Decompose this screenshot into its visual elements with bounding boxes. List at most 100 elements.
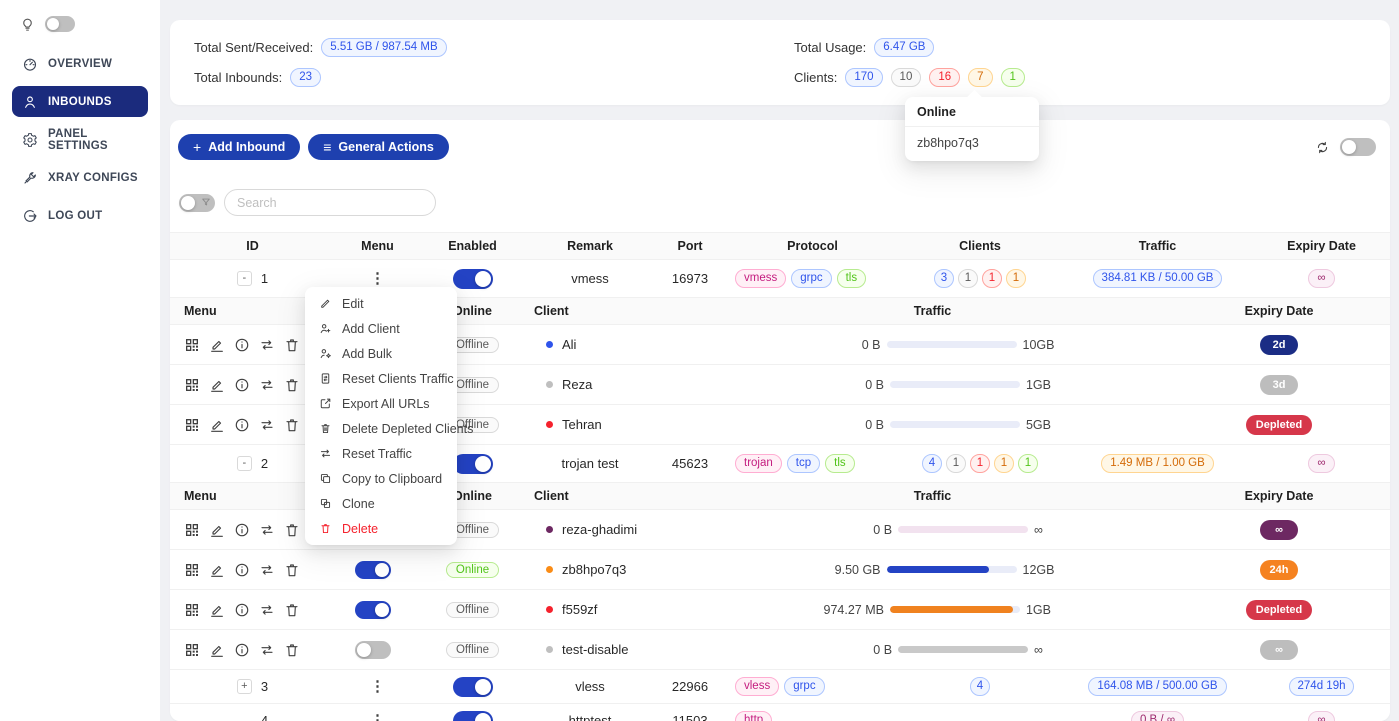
row-menu-button[interactable]: ⋮ xyxy=(370,679,385,694)
edit-icon[interactable] xyxy=(209,417,225,433)
delete-icon[interactable] xyxy=(284,417,300,433)
expand-button[interactable]: + xyxy=(237,679,252,694)
inbound-id: 3 xyxy=(261,679,268,694)
client-name: zb8hpo7q3 xyxy=(562,562,626,577)
reset-traffic-icon[interactable] xyxy=(259,522,275,538)
info-icon[interactable] xyxy=(234,642,250,658)
delete-icon[interactable] xyxy=(284,602,300,618)
collapse-button[interactable]: - xyxy=(237,456,252,471)
menu-item-reset-traffic[interactable]: Reset Traffic xyxy=(309,441,453,466)
delete-icon[interactable] xyxy=(284,377,300,393)
expiry-tag: ∞ xyxy=(1260,640,1298,660)
clients-deactive-badge[interactable]: 1 xyxy=(958,269,978,288)
sidebar-item-logout[interactable]: LOG OUT xyxy=(12,200,148,231)
menu-item-export-all-urls[interactable]: Export All URLs xyxy=(309,391,453,416)
toolbar: + Add Inbound ≡ General Actions xyxy=(170,134,1390,160)
clients-count-badge[interactable]: 4 xyxy=(922,454,942,473)
protocol-badge: vmess xyxy=(735,269,786,288)
info-icon[interactable] xyxy=(234,522,250,538)
client-enabled-toggle[interactable] xyxy=(355,641,391,659)
qrcode-icon[interactable] xyxy=(184,642,200,658)
inbound-enabled-toggle[interactable] xyxy=(453,269,493,289)
app-root: OVERVIEW INBOUNDS PANEL SETTINGS XRAY CO… xyxy=(0,0,1399,721)
info-icon[interactable] xyxy=(234,377,250,393)
clients-count-badge[interactable]: 4 xyxy=(970,677,990,696)
menu-lines-icon: ≡ xyxy=(323,140,331,154)
menu-item-delete-depleted-clients[interactable]: Delete Depleted Clients xyxy=(309,416,453,441)
row-menu-button[interactable]: ⋮ xyxy=(370,713,385,721)
clients-total-badge[interactable]: 170 xyxy=(845,68,882,87)
traffic-bar xyxy=(887,341,1017,348)
reset-traffic-icon[interactable] xyxy=(259,417,275,433)
info-icon[interactable] xyxy=(234,602,250,618)
inbound-enabled-toggle[interactable] xyxy=(453,454,493,474)
edit-icon[interactable] xyxy=(209,337,225,353)
reset-traffic-icon[interactable] xyxy=(259,377,275,393)
inbound-id: 1 xyxy=(261,271,268,286)
sub-header-menu: Menu xyxy=(170,489,320,503)
client-name: test-disable xyxy=(562,642,628,657)
menu-item-reset-clients-traffic[interactable]: Reset Clients Traffic xyxy=(309,366,453,391)
theme-toggle[interactable] xyxy=(45,16,75,32)
inbound-enabled-toggle[interactable] xyxy=(453,711,493,721)
sidebar-item-xray-configs[interactable]: XRAY CONFIGS xyxy=(12,162,148,193)
client-enabled-toggle[interactable] xyxy=(355,601,391,619)
delete-icon[interactable] xyxy=(284,522,300,538)
edit-icon[interactable] xyxy=(209,602,225,618)
menu-item-edit[interactable]: Edit xyxy=(309,291,453,316)
refresh-icon[interactable] xyxy=(1315,140,1330,155)
menu-item-clone[interactable]: Clone xyxy=(309,491,453,516)
info-icon[interactable] xyxy=(234,562,250,578)
clients-depleted-badge[interactable]: 1 xyxy=(970,454,990,473)
clients-depleted-badge[interactable]: 16 xyxy=(929,68,960,87)
clients-expiring-badge[interactable]: 7 xyxy=(968,68,992,87)
menu-item-add-bulk[interactable]: Add Bulk xyxy=(309,341,453,366)
general-actions-button[interactable]: ≡ General Actions xyxy=(308,134,449,160)
delete-icon[interactable] xyxy=(284,337,300,353)
info-icon[interactable] xyxy=(234,417,250,433)
clients-expiring-badge[interactable]: 1 xyxy=(1006,269,1026,288)
edit-icon[interactable] xyxy=(209,562,225,578)
clients-online-badge[interactable]: 1 xyxy=(1001,68,1025,87)
edit-icon[interactable] xyxy=(209,642,225,658)
clients-expiring-badge[interactable]: 1 xyxy=(994,454,1014,473)
reset-traffic-icon[interactable] xyxy=(259,562,275,578)
qrcode-icon[interactable] xyxy=(184,337,200,353)
clients-depleted-badge[interactable]: 1 xyxy=(982,269,1002,288)
sidebar-item-panel-settings[interactable]: PANEL SETTINGS xyxy=(12,124,148,155)
qrcode-icon[interactable] xyxy=(184,562,200,578)
menu-item-delete[interactable]: Delete xyxy=(309,516,453,541)
menu-item-add-client[interactable]: Add Client xyxy=(309,316,453,341)
add-inbound-button[interactable]: + Add Inbound xyxy=(178,134,300,160)
edit-icon[interactable] xyxy=(209,377,225,393)
delete-icon[interactable] xyxy=(284,562,300,578)
reset-traffic-icon[interactable] xyxy=(259,602,275,618)
inbound-enabled-toggle[interactable] xyxy=(453,677,493,697)
reset-traffic-icon[interactable] xyxy=(259,337,275,353)
collapse-button[interactable]: - xyxy=(237,271,252,286)
export-icon xyxy=(319,397,332,410)
clients-online-badge[interactable]: 1 xyxy=(1018,454,1038,473)
sidebar-item-inbounds[interactable]: INBOUNDS xyxy=(12,86,148,117)
client-enabled-toggle[interactable] xyxy=(355,561,391,579)
protocol-badge: trojan xyxy=(735,454,782,473)
reset-traffic-icon[interactable] xyxy=(259,642,275,658)
qrcode-icon[interactable] xyxy=(184,602,200,618)
protocol-badge: http xyxy=(735,711,772,721)
delete-icon[interactable] xyxy=(284,642,300,658)
menu-item-copy-to-clipboard[interactable]: Copy to Clipboard xyxy=(309,466,453,491)
add-client-icon xyxy=(319,322,332,335)
clients-deactive-badge[interactable]: 1 xyxy=(946,454,966,473)
clients-deactive-badge[interactable]: 10 xyxy=(891,68,922,87)
qrcode-icon[interactable] xyxy=(184,417,200,433)
row-menu-button[interactable]: ⋮ xyxy=(370,271,385,286)
search-input[interactable] xyxy=(224,189,436,216)
qrcode-icon[interactable] xyxy=(184,377,200,393)
clients-count-badge[interactable]: 3 xyxy=(934,269,954,288)
auto-refresh-toggle[interactable] xyxy=(1340,138,1376,156)
qrcode-icon[interactable] xyxy=(184,522,200,538)
info-icon[interactable] xyxy=(234,337,250,353)
edit-icon[interactable] xyxy=(209,522,225,538)
sidebar-item-overview[interactable]: OVERVIEW xyxy=(12,48,148,79)
filter-toggle[interactable] xyxy=(179,194,215,212)
